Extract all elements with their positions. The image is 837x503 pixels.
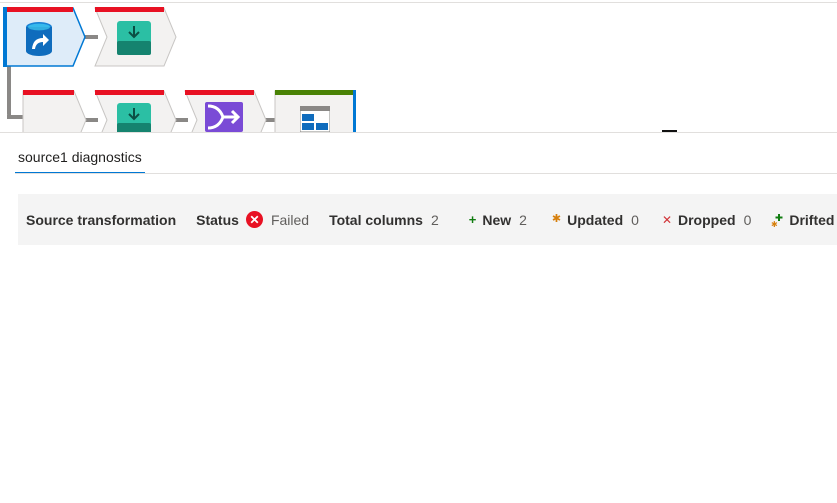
tab-source1-diagnostics[interactable]: source1 diagnostics — [15, 140, 145, 174]
connector-line — [7, 66, 11, 118]
flow-node-source1[interactable] — [3, 7, 87, 69]
splitter-handle[interactable] — [662, 130, 677, 132]
dropped-label: Dropped — [678, 211, 736, 228]
tab-label: source1 diagnostics — [18, 149, 142, 165]
status-group: Status Failed — [196, 211, 309, 228]
updated-label: Updated — [567, 211, 624, 228]
flow-node-join[interactable] — [184, 90, 268, 132]
plus-icon: + — [468, 212, 477, 227]
flow-node-preview[interactable] — [274, 90, 358, 132]
drift-icon: ✱ — [771, 213, 785, 229]
total-columns-label: Total columns — [329, 211, 423, 228]
diagnostics-summary-bar: Source transformation Status Failed Tota… — [18, 194, 837, 245]
status-value: Failed — [270, 211, 310, 228]
drifted-columns-group: ✱ Drifted 0 — [771, 211, 837, 229]
dropped-columns-group: ✕ Dropped 0 — [662, 212, 751, 228]
flow-node-source2[interactable] — [22, 90, 88, 132]
drifted-label: Drifted — [789, 211, 835, 228]
svg-text:✱: ✱ — [771, 220, 778, 227]
total-columns-group: Total columns 2 — [329, 212, 439, 228]
flow-node-sink[interactable] — [94, 7, 178, 69]
new-value: 2 — [519, 211, 527, 228]
flow-node-sink2[interactable] — [94, 90, 178, 132]
error-icon — [245, 211, 263, 228]
canvas-border — [0, 2, 837, 3]
transformation-type: Source transformation — [26, 212, 176, 228]
tab-divider — [15, 173, 837, 174]
dropped-value: 0 — [743, 211, 752, 228]
dataflow-canvas[interactable] — [0, 0, 837, 133]
source-icon — [23, 21, 59, 57]
table-icon — [300, 106, 336, 132]
new-label: New — [482, 211, 512, 228]
transformation-label: Source transformation — [26, 211, 177, 228]
sink-icon — [117, 103, 153, 132]
cross-icon: ✕ — [661, 212, 672, 227]
asterisk-icon: ✱ — [551, 213, 562, 225]
total-columns-value: 2 — [430, 211, 439, 228]
new-columns-group: + New 2 — [469, 212, 527, 228]
status-label: Status — [196, 211, 239, 228]
sink-icon — [117, 21, 153, 57]
updated-columns-group: ✱ Updated 0 — [552, 212, 639, 228]
join-icon — [205, 102, 243, 132]
updated-value: 0 — [631, 211, 639, 228]
